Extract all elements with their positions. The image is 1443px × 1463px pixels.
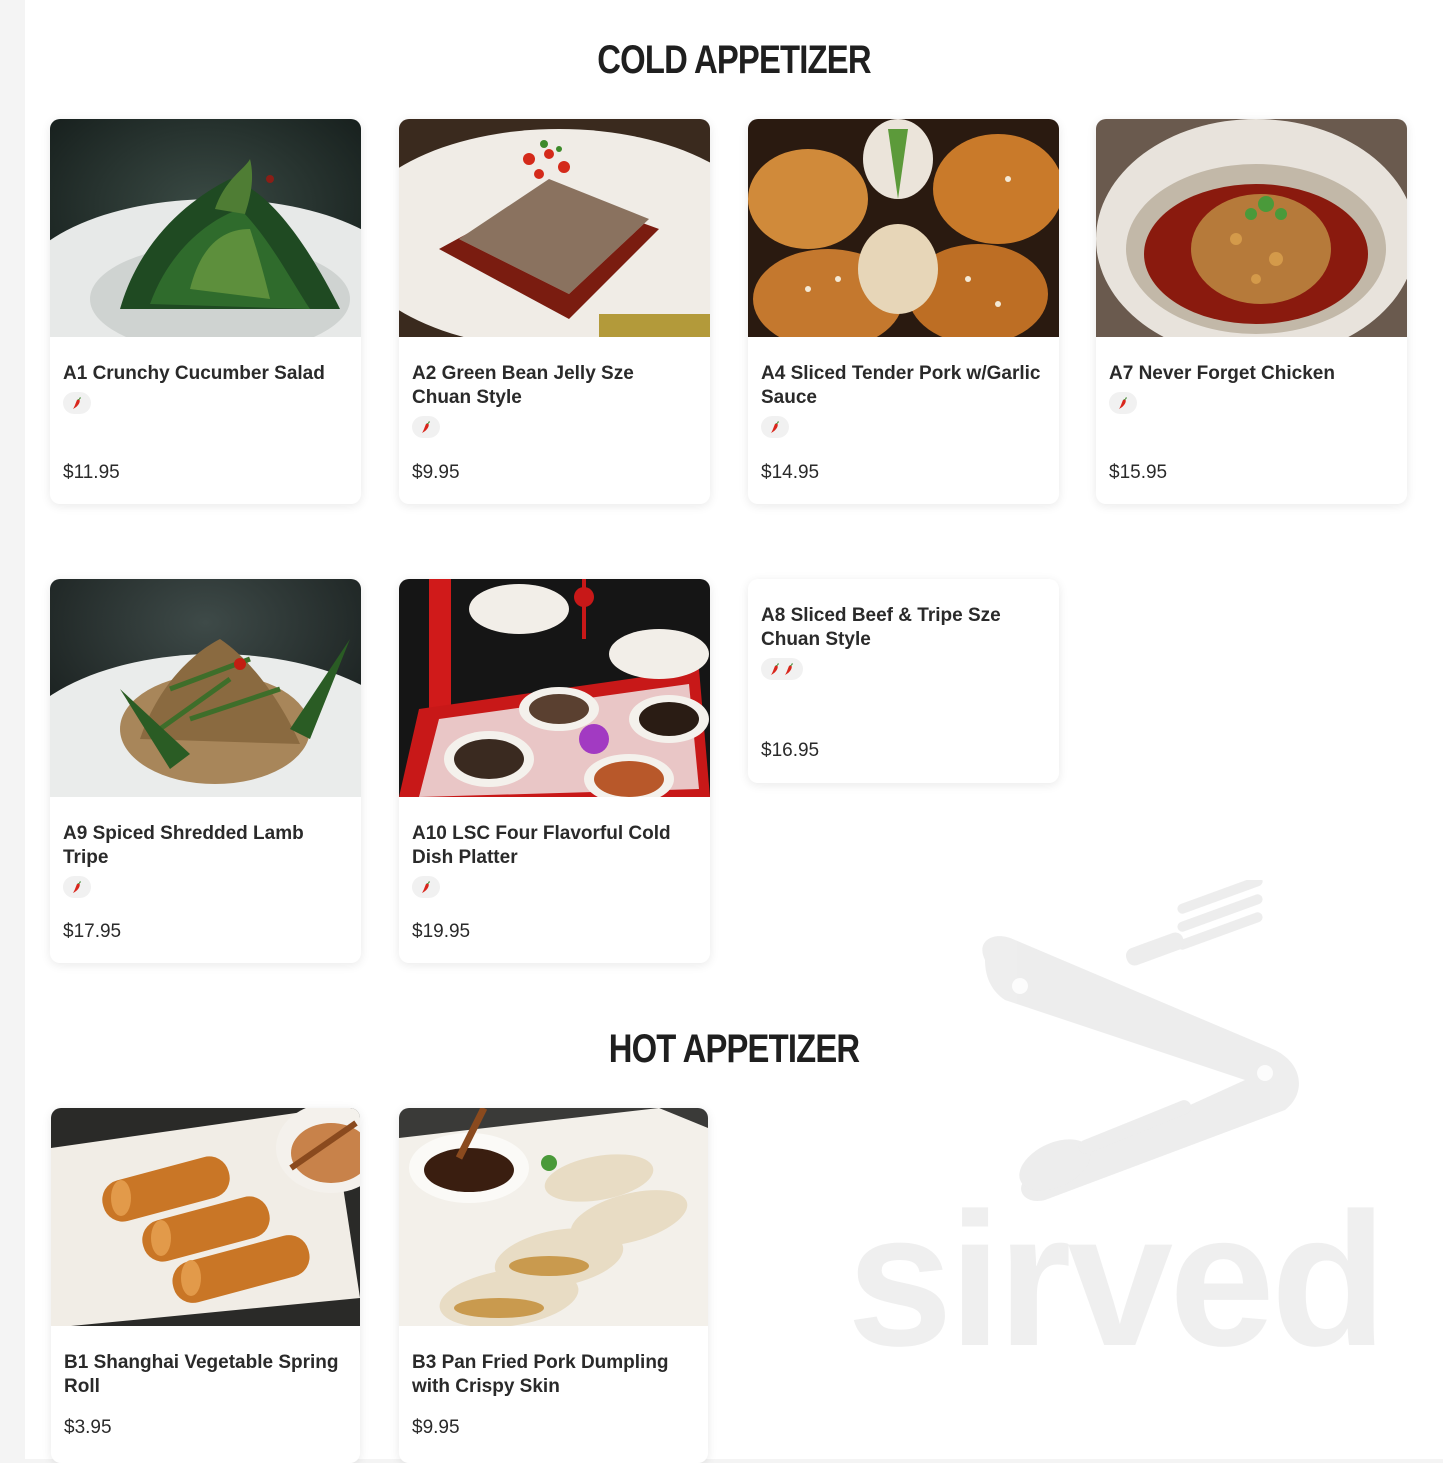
dish-photo-lamb-tripe <box>50 579 361 797</box>
dish-photo-bean-jelly <box>399 119 710 337</box>
chili-pepper-icon <box>769 662 781 676</box>
spice-level-badge <box>761 658 803 680</box>
item-name: A7 Never Forget Chicken <box>1109 363 1335 384</box>
menu-item-card[interactable]: A2 Green Bean Jelly Sze Chuan Style $9.9… <box>399 119 710 504</box>
chili-pepper-icon <box>71 396 83 410</box>
item-name: B1 Shanghai Vegetable Spring Roll <box>64 1352 339 1397</box>
menu-item-card[interactable]: A10 LSC Four Flavorful Cold Dish Platter… <box>399 579 710 963</box>
spice-level-badge <box>412 416 440 438</box>
dish-photo-cucumber-salad <box>50 119 361 337</box>
spice-level-badge <box>412 876 440 898</box>
dish-photo-cold-platter <box>399 579 710 797</box>
dish-photo-pork-garlic <box>748 119 1059 337</box>
menu-item-card[interactable]: A8 Sliced Beef & Tripe Sze Chuan Style $… <box>748 579 1059 783</box>
spice-level-badge <box>63 392 91 414</box>
dish-photo-chili-chicken <box>1096 119 1407 337</box>
menu-item-card[interactable]: A9 Spiced Shredded Lamb Tripe $17.95 <box>50 579 361 963</box>
section-title-cold-appetizer: COLD APPETIZER <box>597 38 871 82</box>
chili-pepper-icon <box>1117 396 1129 410</box>
section-title-hot-appetizer: HOT APPETIZER <box>608 1027 860 1071</box>
menu-item-card[interactable]: A4 Sliced Tender Pork w/Garlic Sauce $14… <box>748 119 1059 504</box>
item-name: A4 Sliced Tender Pork w/Garlic Sauce <box>761 363 1041 408</box>
item-price: $19.95 <box>412 921 471 942</box>
sirved-watermark-text: sirved <box>847 1174 1387 1386</box>
item-name: A8 Sliced Beef & Tripe Sze Chuan Style <box>761 605 1001 650</box>
item-name: A2 Green Bean Jelly Sze Chuan Style <box>412 363 634 408</box>
item-price: $15.95 <box>1109 462 1168 483</box>
chili-pepper-icon <box>420 420 432 434</box>
menu-panel: sirved COLD APPETIZER A1 Crunchy Cucumbe… <box>25 0 1443 1463</box>
item-name: A9 Spiced Shredded Lamb Tripe <box>63 823 304 868</box>
dish-photo-spring-roll <box>51 1108 360 1326</box>
spice-level-badge <box>1109 392 1137 414</box>
chili-pepper-icon <box>769 420 781 434</box>
menu-item-card[interactable]: A7 Never Forget Chicken $15.95 <box>1096 119 1407 504</box>
chili-pepper-icon <box>420 880 432 894</box>
item-price: $11.95 <box>63 462 120 483</box>
item-price: $3.95 <box>64 1417 112 1438</box>
item-price: $9.95 <box>412 1417 460 1438</box>
menu-item-card[interactable]: B1 Shanghai Vegetable Spring Roll $3.95 <box>51 1108 360 1463</box>
item-name: A1 Crunchy Cucumber Salad <box>63 363 325 384</box>
item-price: $14.95 <box>761 462 820 483</box>
dish-photo-pork-dumpling <box>399 1108 708 1326</box>
item-price: $16.95 <box>761 740 820 761</box>
spice-level-badge <box>63 876 91 898</box>
chili-pepper-icon <box>71 880 83 894</box>
item-name: B3 Pan Fried Pork Dumpling with Crispy S… <box>412 1352 669 1397</box>
chili-pepper-icon <box>783 662 795 676</box>
item-price: $17.95 <box>63 921 122 942</box>
menu-item-card[interactable]: B3 Pan Fried Pork Dumpling with Crispy S… <box>399 1108 708 1463</box>
item-price: $9.95 <box>412 462 460 483</box>
item-name: A10 LSC Four Flavorful Cold Dish Platter <box>412 823 671 868</box>
menu-item-card[interactable]: A1 Crunchy Cucumber Salad $11.95 <box>50 119 361 504</box>
spice-level-badge <box>761 416 789 438</box>
